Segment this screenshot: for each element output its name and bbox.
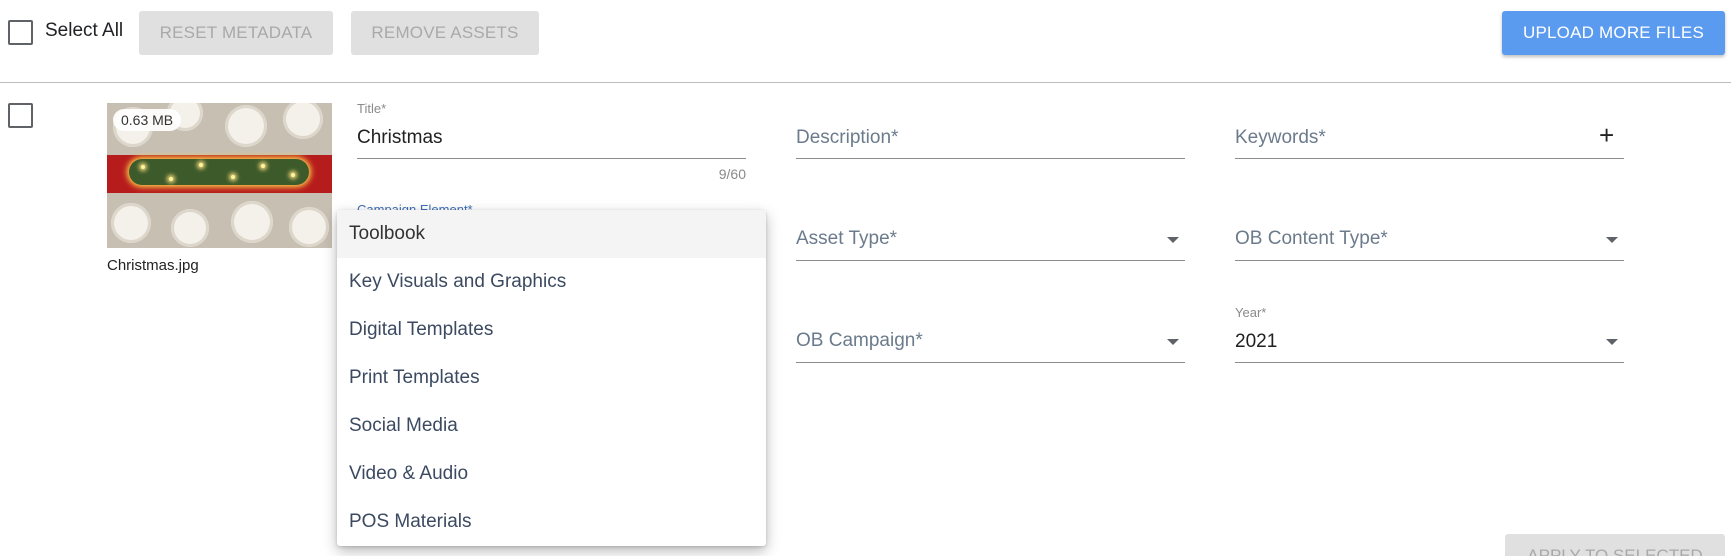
upload-more-files-button[interactable]: UPLOAD MORE FILES [1502, 11, 1725, 55]
year-label: Year* [1235, 305, 1267, 320]
ob-content-type-select[interactable]: OB Content Type* [1235, 200, 1624, 262]
asset-type-underline [796, 260, 1185, 261]
chevron-down-icon[interactable] [1606, 339, 1618, 345]
thumbnail-plate [231, 201, 273, 243]
description-input[interactable]: Description* [796, 127, 898, 149]
toolbar-divider [0, 82, 1731, 83]
chevron-down-icon[interactable] [1167, 339, 1179, 345]
title-char-counter: 9/60 [718, 166, 746, 182]
title-input[interactable]: Christmas [357, 127, 443, 149]
dropdown-option-digital-templates[interactable]: Digital Templates [337, 306, 766, 354]
keywords-input[interactable]: Keywords* [1235, 127, 1326, 149]
dropdown-option-pos-materials[interactable]: POS Materials [337, 498, 766, 546]
ob-campaign-underline [796, 362, 1185, 363]
reset-metadata-button[interactable]: RESET METADATA [139, 11, 333, 55]
select-all-label: Select All [45, 20, 124, 41]
ob-campaign-select[interactable]: OB Campaign* [796, 302, 1185, 364]
thumbnail-light [199, 163, 203, 167]
dropdown-option-social-media[interactable]: Social Media [337, 402, 766, 450]
select-all-checkbox[interactable] [8, 20, 33, 45]
plus-icon[interactable]: + [1599, 122, 1614, 148]
thumbnail-plate [283, 103, 323, 139]
asset-type-select[interactable]: Asset Type* [796, 200, 1185, 262]
dropdown-option-toolbook[interactable]: Toolbook [337, 210, 766, 258]
thumbnail-garland [129, 159, 309, 185]
thumbnail-light [141, 165, 145, 169]
thumbnail-light [261, 164, 265, 168]
thumbnail-plate [289, 207, 329, 247]
remove-assets-button[interactable]: REMOVE ASSETS [351, 11, 539, 55]
dropdown-option-print-templates[interactable]: Print Templates [337, 354, 766, 402]
keywords-underline [1235, 158, 1624, 159]
chevron-down-icon[interactable] [1606, 237, 1618, 243]
thumbnail-plate [111, 203, 151, 243]
title-field[interactable]: Title* Christmas 9/60 [357, 100, 746, 185]
thumbnail-light [291, 173, 295, 177]
year-select[interactable]: Year* 2021 [1235, 302, 1624, 364]
keywords-field[interactable]: Keywords* + [1235, 100, 1624, 160]
thumbnail-plate [171, 209, 209, 247]
thumbnail-light [169, 177, 173, 181]
ob-content-type-underline [1235, 260, 1624, 261]
asset-type-value: Asset Type* [796, 228, 898, 249]
dropdown-option-key-visuals[interactable]: Key Visuals and Graphics [337, 258, 766, 306]
chevron-down-icon[interactable] [1167, 237, 1179, 243]
asset-select-checkbox[interactable] [8, 103, 33, 128]
ob-content-type-value: OB Content Type* [1235, 228, 1388, 249]
description-underline [796, 158, 1185, 159]
dropdown-option-video-audio[interactable]: Video & Audio [337, 450, 766, 498]
year-value: 2021 [1235, 331, 1278, 352]
ob-campaign-value: OB Campaign* [796, 330, 923, 351]
asset-filename: Christmas.jpg [107, 257, 199, 274]
description-field[interactable]: Description* [796, 100, 1185, 160]
apply-to-selected-button[interactable]: APPLY TO SELECTED [1505, 534, 1725, 556]
thumbnail-light [231, 175, 235, 179]
title-label: Title* [357, 101, 387, 116]
thumbnail-plate [225, 105, 267, 147]
year-underline [1235, 362, 1624, 363]
file-size-badge: 0.63 MB [113, 109, 182, 131]
title-underline [357, 158, 746, 159]
campaign-element-dropdown-menu: Toolbook Key Visuals and Graphics Digita… [337, 210, 766, 546]
